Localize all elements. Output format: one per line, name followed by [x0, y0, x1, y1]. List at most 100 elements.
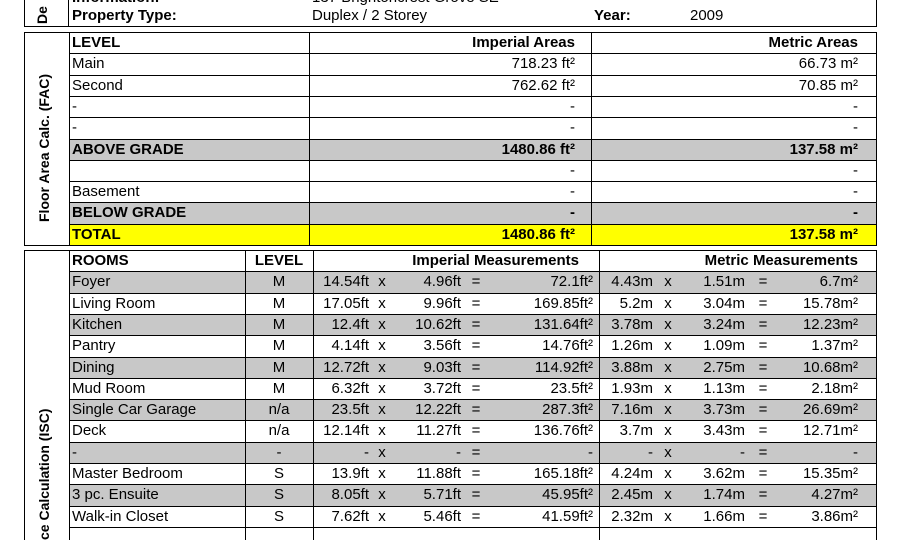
imperial-length-cell: 5.71ft — [423, 486, 461, 504]
equals-symbol: = — [758, 273, 768, 291]
isc-section-label: ce Calculation (ISC) — [36, 408, 52, 540]
times-symbol: x — [664, 379, 672, 397]
times-symbol: x — [378, 294, 386, 312]
imperial-width-cell: 12.14ft — [323, 422, 369, 440]
room-name-cell: Walk-in Closet — [72, 507, 169, 525]
imperial-width-cell: 12.72ft — [323, 358, 369, 376]
property-type-value: Duplex / 2 Storey — [312, 7, 428, 24]
imperial-width-cell: 4.14ft — [331, 337, 369, 355]
metric-length-cell: 2.75m — [703, 358, 745, 376]
times-symbol: x — [664, 358, 672, 376]
times-symbol: x — [664, 294, 672, 312]
fac-level-cell: Main — [72, 55, 105, 73]
times-symbol: x — [378, 443, 386, 461]
fac-metric-cell: 70.85 m² — [798, 76, 858, 94]
room-level-cell: n/a — [268, 401, 290, 419]
imperial-width-cell: 13.9ft — [331, 465, 369, 482]
isc-header-level: LEVEL — [254, 252, 304, 269]
imperial-width-cell: 6.32ft — [331, 379, 369, 397]
fac-imperial-cell: 762.62 ft² — [511, 76, 575, 94]
fac-imperial-cell: - — [570, 119, 575, 137]
divider — [24, 26, 877, 27]
fac-header-metric: Metric Areas — [768, 34, 859, 51]
metric-length-cell: 3.62m — [703, 465, 745, 482]
imperial-length-cell: 11.88ft — [416, 465, 461, 482]
imperial-area-cell: 165.18ft² — [533, 465, 593, 482]
times-symbol: x — [378, 315, 386, 333]
fac-level-cell: TOTAL — [72, 225, 121, 243]
equals-symbol: = — [471, 273, 481, 291]
imperial-length-cell: 3.72ft — [423, 379, 461, 397]
year-value: 2009 — [690, 7, 724, 24]
equals-symbol: = — [758, 486, 768, 504]
imperial-area-cell: 14.76ft² — [542, 337, 593, 355]
metric-area-cell: 2.18m² — [811, 379, 858, 397]
equals-symbol: = — [471, 507, 481, 525]
border — [24, 245, 877, 246]
equals-symbol: = — [758, 337, 768, 355]
metric-area-cell: - — [853, 443, 858, 461]
metric-length-cell: 3.43m — [703, 422, 745, 440]
imperial-area-cell: 45.95ft² — [542, 486, 593, 504]
metric-area-cell: 1.37m² — [811, 337, 858, 355]
fac-metric-cell: - — [853, 119, 858, 137]
room-name-cell: Deck — [72, 422, 107, 440]
border — [876, 250, 877, 540]
room-name-cell: Foyer — [72, 273, 111, 291]
metric-length-cell: 3.04m — [703, 294, 745, 312]
equals-symbol: = — [471, 465, 481, 482]
year-label: Year: — [594, 7, 631, 24]
metric-area-cell: 6.7m² — [819, 273, 858, 291]
times-symbol: x — [378, 401, 386, 419]
fac-section-label: Floor Area Calc. (FAC) — [36, 73, 52, 222]
divider — [24, 0, 25, 26]
imperial-width-cell: 23.5ft — [331, 401, 369, 419]
metric-area-cell: 12.23m² — [802, 315, 858, 333]
fac-imperial-cell: 1480.86 ft² — [501, 140, 575, 158]
times-symbol: x — [664, 507, 672, 525]
divider — [68, 0, 69, 26]
metric-area-cell: 10.68m² — [802, 358, 858, 376]
imperial-length-cell: 5.46ft — [423, 507, 461, 525]
metric-length-cell: 1.74m — [703, 486, 745, 504]
section-label: De — [34, 6, 50, 24]
border — [876, 32, 877, 245]
metric-area-cell: 4.27m² — [811, 486, 858, 504]
times-symbol: x — [378, 422, 386, 440]
fac-level-cell: BELOW GRADE — [72, 204, 187, 222]
row-divider — [69, 526, 876, 528]
fac-imperial-cell: 1480.86 ft² — [501, 225, 575, 243]
metric-width-cell: 2.32m — [611, 507, 653, 525]
times-symbol: x — [378, 465, 386, 482]
metric-width-cell: 3.78m — [611, 315, 653, 333]
equals-symbol: = — [758, 379, 768, 397]
imperial-length-cell: 4.96ft — [423, 273, 461, 291]
imperial-area-cell: 41.59ft² — [542, 507, 593, 525]
room-level-cell: M — [272, 294, 286, 312]
room-level-cell: M — [272, 337, 286, 355]
equals-symbol: = — [758, 401, 768, 419]
border — [24, 32, 25, 245]
room-level-cell: S — [273, 486, 284, 504]
room-name-cell: 3 pc. Ensuite — [72, 486, 159, 504]
times-symbol: x — [664, 465, 672, 482]
metric-width-cell: 3.7m — [619, 422, 653, 440]
room-level-cell: M — [272, 358, 286, 376]
imperial-area-cell: 287.3ft² — [542, 401, 593, 419]
imperial-width-cell: 17.05ft — [323, 294, 369, 312]
times-symbol: x — [664, 401, 672, 419]
metric-area-cell: 26.69m² — [802, 401, 858, 419]
imperial-area-cell: 169.85ft² — [533, 294, 593, 312]
fac-metric-cell: 137.58 m² — [789, 225, 858, 243]
imperial-area-cell: 72.1ft² — [550, 273, 593, 291]
metric-area-cell: 15.35m² — [802, 465, 858, 482]
fac-imperial-cell: - — [570, 97, 575, 115]
times-symbol: x — [664, 273, 672, 291]
isc-header-rooms: ROOMS — [72, 252, 129, 269]
fac-level-cell: ABOVE GRADE — [72, 140, 184, 158]
isc-header-imperial: Imperial Measurements — [412, 252, 579, 269]
equals-symbol: = — [471, 422, 481, 440]
imperial-area-cell: 114.92ft² — [534, 358, 593, 376]
fac-metric-cell: - — [853, 183, 858, 201]
metric-width-cell: 2.45m — [611, 486, 653, 504]
